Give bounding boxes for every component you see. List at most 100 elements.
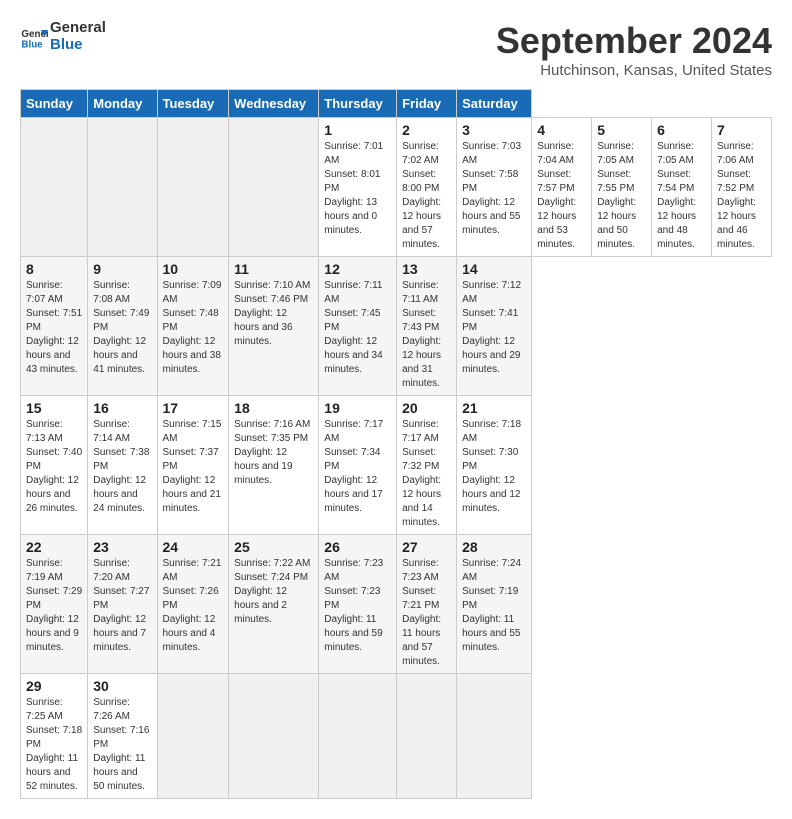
logo: General Blue General Blue [20,20,106,53]
day-info: Sunrise: 7:18 AMSunset: 7:30 PMDaylight:… [462,418,526,516]
weekday-header-monday: Monday [88,90,157,118]
calendar-cell: 21Sunrise: 7:18 AMSunset: 7:30 PMDayligh… [457,396,532,535]
calendar-cell: 5 Sunrise: 7:05 AMSunset: 7:55 PMDaylight… [592,118,652,257]
day-info: Sunrise: 7:23 AMSunset: 7:21 PMDaylight:… [402,557,451,669]
calendar-week-row: 8Sunrise: 7:07 AMSunset: 7:51 PMDaylight… [21,257,772,396]
day-info: Sunrise: 7:12 AMSunset: 7:41 PMDaylight:… [462,279,526,377]
calendar-cell: 3 Sunrise: 7:03 AMSunset: 7:58 PMDaylight… [457,118,532,257]
calendar-cell [88,118,157,257]
day-info: Sunrise: 7:05 AMSunset: 7:55 PMDaylight:… [597,140,646,252]
calendar-cell: 25 Sunrise: 7:22 AMSunset: 7:24 PMDayligh… [229,535,319,674]
calendar-cell: 30 Sunrise: 7:26 AMSunset: 7:16 PMDayligh… [88,674,157,799]
logo-name-line2: Blue [50,37,106,54]
calendar-cell: 29Sunrise: 7:25 AMSunset: 7:18 PMDayligh… [21,674,88,799]
weekday-header-thursday: Thursday [319,90,397,118]
calendar-cell: 6 Sunrise: 7:05 AMSunset: 7:54 PMDaylight… [652,118,712,257]
day-number: 25 [234,539,313,555]
day-info: Sunrise: 7:05 AMSunset: 7:54 PMDaylight:… [657,140,706,252]
calendar-cell: 27Sunrise: 7:23 AMSunset: 7:21 PMDayligh… [397,535,457,674]
day-info: Sunrise: 7:09 AMSunset: 7:48 PMDaylight:… [163,279,224,377]
weekday-header-sunday: Sunday [21,90,88,118]
day-info: Sunrise: 7:11 AMSunset: 7:43 PMDaylight:… [402,279,451,391]
calendar-cell: 23 Sunrise: 7:20 AMSunset: 7:27 PMDayligh… [88,535,157,674]
calendar-cell: 14 Sunrise: 7:12 AMSunset: 7:41 PMDayligh… [457,257,532,396]
calendar-cell [229,118,319,257]
day-number: 30 [93,678,151,694]
day-number: 2 [402,122,451,138]
day-info: Sunrise: 7:08 AMSunset: 7:49 PMDaylight:… [93,279,151,377]
day-info: Sunrise: 7:19 AMSunset: 7:29 PMDaylight:… [26,557,82,655]
weekday-header-wednesday: Wednesday [229,90,319,118]
calendar-week-row: 15Sunrise: 7:13 AMSunset: 7:40 PMDayligh… [21,396,772,535]
calendar-table: SundayMondayTuesdayWednesdayThursdayFrid… [20,89,772,799]
day-number: 20 [402,400,451,416]
day-info: Sunrise: 7:21 AMSunset: 7:26 PMDaylight:… [163,557,224,655]
day-number: 24 [163,539,224,555]
day-info: Sunrise: 7:20 AMSunset: 7:27 PMDaylight:… [93,557,151,655]
day-info: Sunrise: 7:04 AMSunset: 7:57 PMDaylight:… [537,140,586,252]
day-info: Sunrise: 7:25 AMSunset: 7:18 PMDaylight:… [26,696,82,794]
weekday-header-tuesday: Tuesday [157,90,229,118]
day-number: 15 [26,400,82,416]
day-number: 16 [93,400,151,416]
calendar-cell: 1Sunrise: 7:01 AMSunset: 8:01 PMDaylight… [319,118,397,257]
day-number: 3 [462,122,526,138]
day-number: 26 [324,539,391,555]
day-info: Sunrise: 7:06 AMSunset: 7:52 PMDaylight:… [717,140,766,252]
day-number: 23 [93,539,151,555]
calendar-cell: 11Sunrise: 7:10 AMSunset: 7:46 PMDayligh… [229,257,319,396]
day-number: 18 [234,400,313,416]
calendar-cell: 13 Sunrise: 7:11 AMSunset: 7:43 PMDayligh… [397,257,457,396]
weekday-header-saturday: Saturday [457,90,532,118]
calendar-cell: 18 Sunrise: 7:16 AMSunset: 7:35 PMDayligh… [229,396,319,535]
day-info: Sunrise: 7:15 AMSunset: 7:37 PMDaylight:… [163,418,224,516]
calendar-cell: 19Sunrise: 7:17 AMSunset: 7:34 PMDayligh… [319,396,397,535]
weekday-header-row: SundayMondayTuesdayWednesdayThursdayFrid… [21,90,772,118]
day-info: Sunrise: 7:03 AMSunset: 7:58 PMDaylight:… [462,140,526,238]
calendar-title: September 2024 [496,20,772,62]
calendar-cell: 12 Sunrise: 7:11 AMSunset: 7:45 PMDayligh… [319,257,397,396]
calendar-subtitle: Hutchinson, Kansas, United States [496,62,772,79]
calendar-cell [457,674,532,799]
logo-icon: General Blue [20,23,48,51]
day-number: 13 [402,261,451,277]
calendar-cell: 15Sunrise: 7:13 AMSunset: 7:40 PMDayligh… [21,396,88,535]
calendar-week-row: 1Sunrise: 7:01 AMSunset: 8:01 PMDaylight… [21,118,772,257]
day-number: 14 [462,261,526,277]
day-number: 4 [537,122,586,138]
calendar-cell: 22 Sunrise: 7:19 AMSunset: 7:29 PMDayligh… [21,535,88,674]
day-number: 19 [324,400,391,416]
day-info: Sunrise: 7:02 AMSunset: 8:00 PMDaylight:… [402,140,451,252]
calendar-cell: 28Sunrise: 7:24 AMSunset: 7:19 PMDayligh… [457,535,532,674]
day-info: Sunrise: 7:14 AMSunset: 7:38 PMDaylight:… [93,418,151,516]
calendar-cell: 24 Sunrise: 7:21 AMSunset: 7:26 PMDayligh… [157,535,229,674]
day-number: 1 [324,122,391,138]
page-header: General Blue General Blue September 2024… [20,20,772,79]
calendar-cell: 26 Sunrise: 7:23 AMSunset: 7:23 PMDayligh… [319,535,397,674]
day-number: 17 [163,400,224,416]
calendar-cell: 4 Sunrise: 7:04 AMSunset: 7:57 PMDaylight… [532,118,592,257]
day-number: 12 [324,261,391,277]
day-info: Sunrise: 7:23 AMSunset: 7:23 PMDaylight:… [324,557,391,655]
calendar-cell [157,118,229,257]
day-info: Sunrise: 7:16 AMSunset: 7:35 PMDaylight:… [234,418,313,488]
day-info: Sunrise: 7:11 AMSunset: 7:45 PMDaylight:… [324,279,391,377]
calendar-cell: 20Sunrise: 7:17 AMSunset: 7:32 PMDayligh… [397,396,457,535]
day-number: 5 [597,122,646,138]
day-number: 10 [163,261,224,277]
day-info: Sunrise: 7:22 AMSunset: 7:24 PMDaylight:… [234,557,313,627]
day-info: Sunrise: 7:10 AMSunset: 7:46 PMDaylight:… [234,279,313,349]
calendar-cell [319,674,397,799]
day-number: 22 [26,539,82,555]
day-number: 8 [26,261,82,277]
calendar-cell [229,674,319,799]
calendar-cell [157,674,229,799]
calendar-week-row: 29Sunrise: 7:25 AMSunset: 7:18 PMDayligh… [21,674,772,799]
calendar-cell: 7Sunrise: 7:06 AMSunset: 7:52 PMDaylight… [712,118,772,257]
calendar-cell: 16 Sunrise: 7:14 AMSunset: 7:38 PMDayligh… [88,396,157,535]
calendar-cell [21,118,88,257]
day-number: 6 [657,122,706,138]
day-info: Sunrise: 7:26 AMSunset: 7:16 PMDaylight:… [93,696,151,794]
calendar-week-row: 22 Sunrise: 7:19 AMSunset: 7:29 PMDayligh… [21,535,772,674]
calendar-cell: 9Sunrise: 7:08 AMSunset: 7:49 PMDaylight… [88,257,157,396]
